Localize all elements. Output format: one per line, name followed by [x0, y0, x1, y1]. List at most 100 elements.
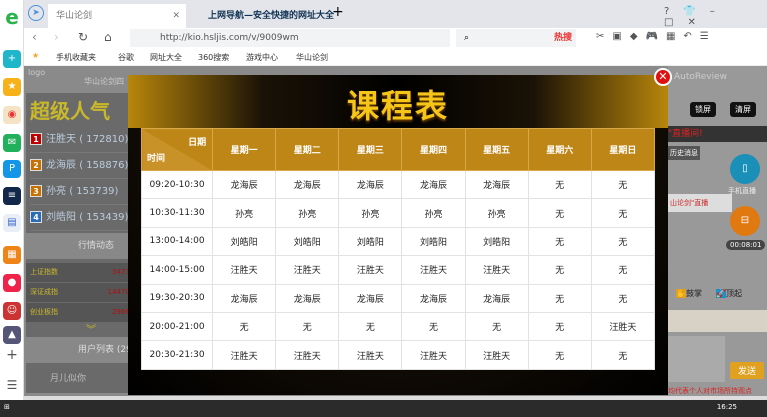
- bookmark[interactable]: 华山论剑: [296, 52, 328, 63]
- date-label: 日期: [188, 138, 207, 148]
- teacher-cell: 汪胜天: [464, 340, 529, 370]
- rank-badge: 2: [30, 159, 42, 171]
- mobile-icon[interactable]: ▯: [730, 154, 760, 184]
- tab-huashan[interactable]: 华山论剑 ✕: [48, 4, 186, 28]
- add-icon[interactable]: +: [3, 346, 21, 364]
- schedule-row: 14:00-15:00 汪胜天 汪胜天 汪胜天 汪胜天 汪胜天无无: [140, 255, 656, 285]
- rank-item[interactable]: 4 刘皓阳 ( 153439): [30, 205, 134, 231]
- day-header: 星期六: [527, 128, 592, 171]
- window-controls[interactable]: ?👕–□✕: [664, 6, 767, 28]
- popularity-banner: 超级人气: [30, 99, 110, 123]
- tab-navigation[interactable]: 上网导航—安全快捷的网址大全: [200, 4, 350, 28]
- reload-icon[interactable]: ↻: [78, 30, 88, 44]
- teacher-cell: 龙海辰: [401, 283, 466, 313]
- windows-start-icon[interactable]: ⊞: [4, 403, 10, 411]
- mail-icon[interactable]: ✉: [3, 134, 21, 152]
- bookmark[interactable]: 谷歌: [118, 52, 134, 63]
- day-header: 星期二: [275, 128, 340, 171]
- teacher-cell: 孙亮: [401, 198, 466, 228]
- rank-item[interactable]: 1 汪胜天 ( 172810): [30, 127, 134, 153]
- corner-header: 日期时间: [140, 128, 214, 171]
- teacher-cell: 无: [527, 198, 592, 228]
- search-box[interactable]: ⌕ 热搜: [456, 29, 576, 47]
- rank-badge: 3: [30, 185, 42, 197]
- taskbar: ⊞ 16:25: [0, 400, 767, 417]
- game-icon[interactable]: ▦: [3, 246, 21, 264]
- game2-icon[interactable]: ☺: [3, 302, 21, 320]
- sidebar-app-icon[interactable]: +: [3, 50, 21, 68]
- teacher-cell: 汪胜天: [275, 255, 340, 285]
- teacher-cell: 无: [527, 226, 592, 257]
- teacher-cell: 无: [464, 311, 529, 342]
- teacher-cell: 刘皓阳: [212, 226, 277, 257]
- rank-item[interactable]: 3 孙亮 ( 153739): [30, 179, 134, 205]
- expand-icon[interactable]: ︾: [86, 321, 96, 336]
- user-list-item[interactable]: 月儿似你: [50, 371, 86, 384]
- bookmark[interactable]: 网址大全: [150, 52, 182, 63]
- schedule-banner: 课程表: [128, 75, 668, 128]
- teacher-cell: 刘皓阳: [464, 226, 529, 257]
- close-tab-icon[interactable]: ✕: [172, 4, 180, 28]
- shop-icon[interactable]: ●: [3, 274, 21, 292]
- teacher-cell: 汪胜天: [338, 255, 403, 285]
- app-icon[interactable]: P: [3, 160, 21, 178]
- time-slot: 20:30-21:30: [140, 340, 214, 370]
- star-icon[interactable]: ★: [32, 51, 39, 60]
- schedule-row: 10:30-11:30 孙亮 孙亮 孙亮 孙亮 孙亮无无: [140, 198, 656, 228]
- doc-icon[interactable]: ▤: [3, 214, 21, 232]
- tab-bar: ➤ 华山论剑 ✕ 上网导航—安全快捷的网址大全 + ?👕–□✕: [24, 0, 767, 28]
- top-label: 顶起: [725, 289, 742, 298]
- teacher-cell: 龙海辰: [464, 283, 529, 313]
- teacher-cell: 无: [527, 311, 592, 342]
- forward-icon[interactable]: ›: [54, 30, 59, 44]
- teacher-cell: 汪胜天: [401, 255, 466, 285]
- weibo-icon[interactable]: ◉: [3, 106, 21, 124]
- address-bar[interactable]: http://kio.hsljis.com/v/9009wm: [130, 29, 450, 47]
- live-room-title: "直播间!: [668, 126, 767, 142]
- clear-screen-button[interactable]: 清屏: [730, 102, 756, 117]
- navigate-icon[interactable]: ➤: [28, 5, 44, 21]
- teacher-cell: 孙亮: [464, 198, 529, 228]
- treasure-icon[interactable]: ⊟: [730, 206, 760, 236]
- chat-input[interactable]: [668, 310, 767, 332]
- schedule-row: 09:20-10:30 龙海辰 龙海辰 龙海辰 龙海辰 龙海辰无无: [140, 169, 656, 200]
- lock-screen-button[interactable]: 锁屏: [690, 102, 716, 117]
- clap-button[interactable]: ✋鼓掌: [676, 288, 702, 299]
- back-icon[interactable]: ‹: [32, 30, 37, 44]
- time-slot: 09:20-10:30: [140, 169, 214, 200]
- time-label: 时间: [147, 154, 166, 164]
- rank-item[interactable]: 2 龙海辰 ( 158876): [30, 153, 134, 179]
- rank-name: 孙亮: [46, 186, 66, 197]
- teacher-cell: 刘皓阳: [338, 226, 403, 257]
- home-icon[interactable]: ⌂: [104, 30, 112, 44]
- top-button[interactable]: 🚀顶起: [716, 288, 742, 299]
- username[interactable]: AutoReview: [674, 72, 727, 82]
- time-slot: 14:00-15:00: [140, 255, 214, 285]
- game3-icon[interactable]: ▲: [3, 326, 21, 344]
- menu-icon[interactable]: ☰: [3, 376, 21, 394]
- teacher-cell: 无: [590, 255, 656, 285]
- time-slot: 10:30-11:30: [140, 198, 214, 228]
- history-button[interactable]: 历史消息: [668, 146, 700, 160]
- index-name: 深证成指: [30, 288, 58, 296]
- bookmark[interactable]: 手机收藏夹: [56, 52, 96, 63]
- news-icon[interactable]: ≡: [3, 187, 21, 205]
- send-button[interactable]: 发送: [730, 362, 765, 379]
- teacher-cell: 汪胜天: [464, 255, 529, 285]
- rank-name: 刘皓阳: [46, 212, 76, 223]
- bookmark[interactable]: 游戏中心: [246, 52, 278, 63]
- teacher-cell: 无: [590, 169, 656, 200]
- index-name: 创业板指: [30, 308, 58, 316]
- new-tab-icon[interactable]: +: [332, 4, 344, 20]
- hot-search-label[interactable]: 热搜: [554, 29, 572, 47]
- toolbar-icons[interactable]: ✂▣◆🎮▦↶☰: [596, 31, 717, 42]
- star-icon[interactable]: ★: [3, 78, 21, 96]
- close-modal-button[interactable]: ✕: [654, 68, 672, 86]
- day-header: 星期一: [212, 128, 277, 171]
- bookmark[interactable]: 360搜索: [198, 52, 229, 63]
- teacher-cell: 汪胜天: [212, 255, 277, 285]
- tab-label: 上网导航—安全快捷的网址大全: [208, 11, 335, 21]
- teacher-cell: 龙海辰: [338, 283, 403, 313]
- disclaimer: 均代表个人对市场所持观点: [668, 387, 752, 395]
- day-header: 星期日: [590, 128, 656, 171]
